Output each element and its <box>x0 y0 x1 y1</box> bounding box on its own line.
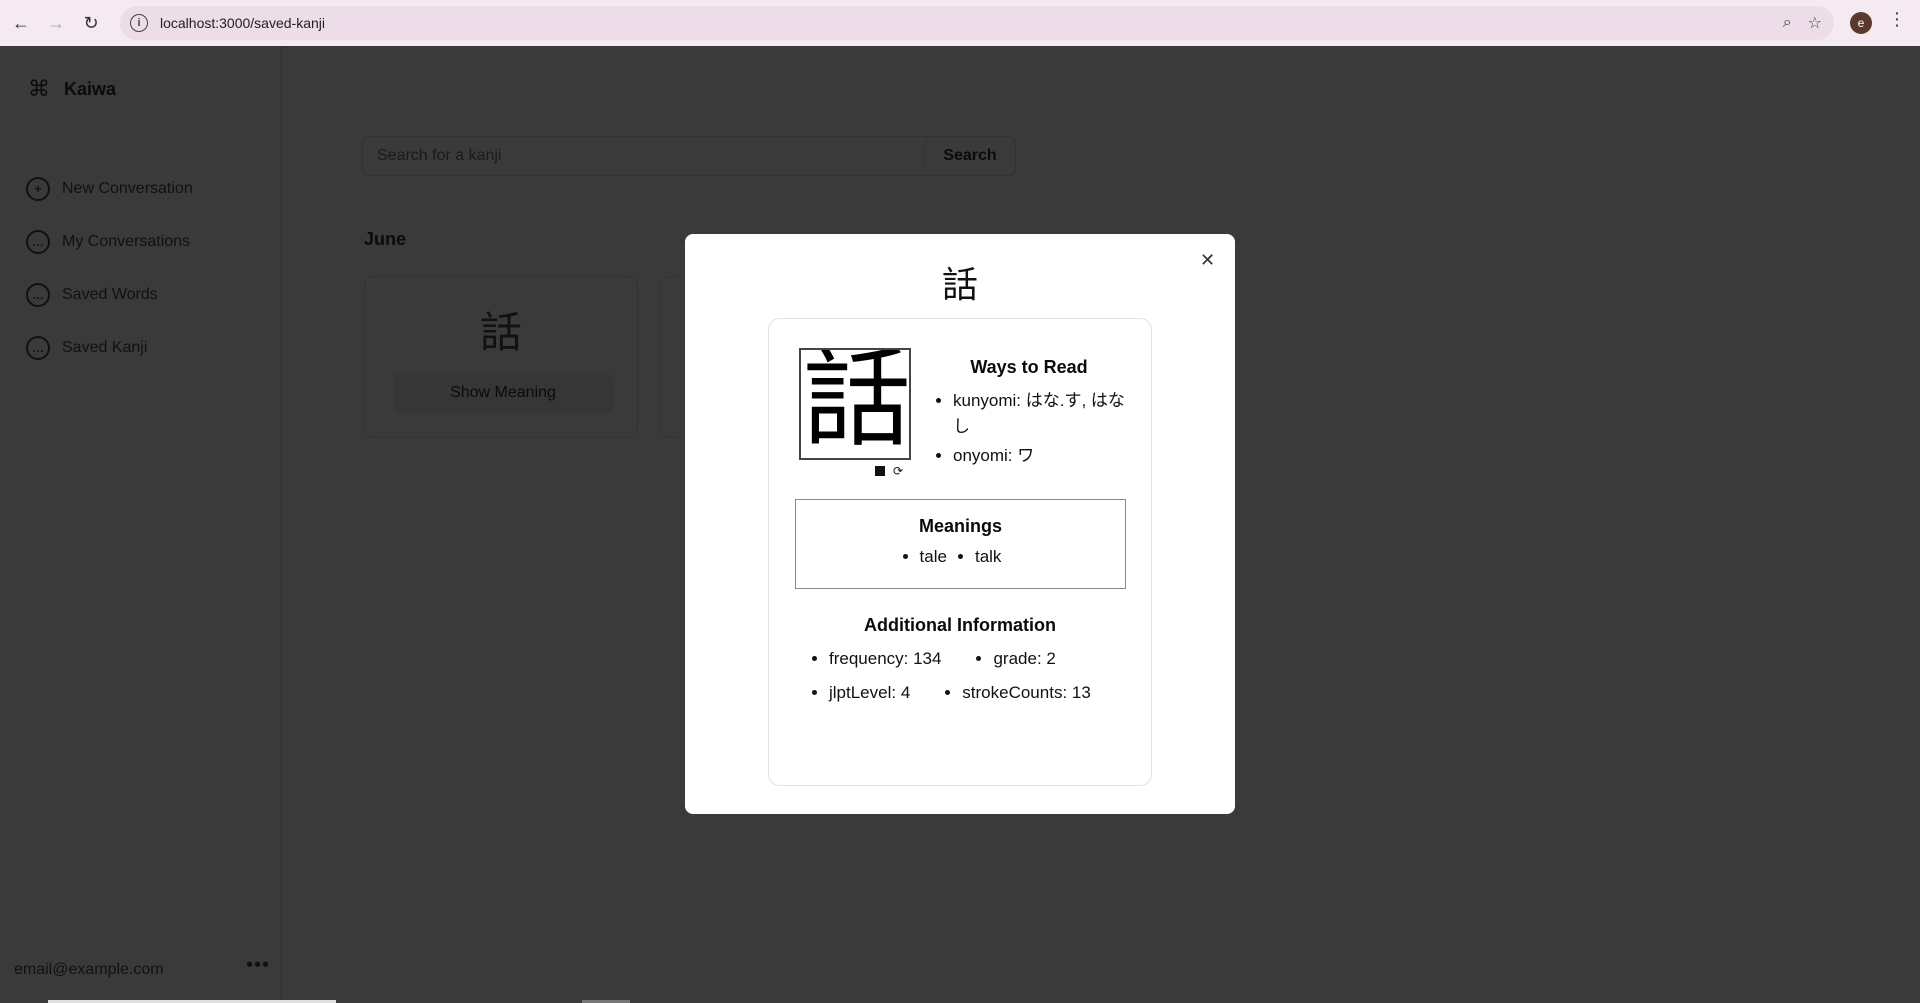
readings-section: Ways to Read kunyomi: はな.す, はなし onyomi: … <box>929 357 1129 473</box>
additional-info-section: Additional Information frequency: 134 gr… <box>769 615 1151 702</box>
plus-circle-icon: + <box>26 176 50 201</box>
chat-bubble-icon: … <box>26 229 50 254</box>
grade-value: grade: 2 <box>993 649 1055 669</box>
search-button[interactable]: Search <box>924 136 1016 176</box>
meanings-title: Meanings <box>918 516 1002 536</box>
meanings-section: Meanings tale talk <box>795 499 1126 589</box>
bookmark-star-icon[interactable]: ☆ <box>1808 13 1822 33</box>
sidebar-item-saved-kanji[interactable]: … Saved Kanji <box>26 321 193 374</box>
site-info-icon[interactable]: i <box>130 14 148 32</box>
sidebar-item-label: Saved Words <box>62 285 158 303</box>
address-bar[interactable]: i localhost:3000/saved-kanji ⌕ ☆ <box>120 6 1834 40</box>
zoom-icon[interactable]: ⌕ <box>1783 14 1792 32</box>
sidebar-item-label: My Conversations <box>62 232 191 250</box>
brand[interactable]: ⌘ Kaiwa <box>28 76 116 102</box>
more-options-icon[interactable]: ••• <box>246 954 270 977</box>
chat-bubble-icon: … <box>26 335 50 360</box>
stroke-order-animation: 話 <box>799 348 911 460</box>
frequency-value: frequency: 134 <box>829 649 941 669</box>
stop-icon[interactable] <box>875 466 885 476</box>
kanji-detail-card: 話 ⟳ Ways to Read kunyomi: はな.す, はなし onyo… <box>768 318 1152 786</box>
onyomi-reading: onyomi: ワ <box>953 443 1129 469</box>
sidebar-item-my-conversations[interactable]: … My Conversations <box>26 215 193 268</box>
jlpt-value: jlptLevel: 4 <box>829 683 910 703</box>
reload-icon[interactable]: ↻ <box>77 9 105 37</box>
readings-title: Ways to Read <box>970 357 1088 377</box>
browser-menu-icon[interactable]: ⋮ <box>1888 10 1906 28</box>
profile-avatar[interactable]: e <box>1850 12 1872 34</box>
kanji-card: 話 Show Meaning <box>364 276 638 438</box>
additional-info-title: Additional Information <box>864 615 1056 635</box>
kanji-card-character: 話 <box>479 309 522 356</box>
replay-icon[interactable]: ⟳ <box>893 464 903 478</box>
stroke-count-value: strokeCounts: 13 <box>962 683 1091 703</box>
brand-name: Kaiwa <box>64 78 117 99</box>
stroke-controls: ⟳ <box>875 464 903 478</box>
meaning-item: talk <box>975 547 1001 567</box>
stroke-kanji: 話 <box>803 348 911 459</box>
chat-bubble-icon: … <box>26 282 50 307</box>
url-text[interactable]: localhost:3000/saved-kanji <box>160 15 325 31</box>
browser-toolbar: ← → ↻ i localhost:3000/saved-kanji ⌕ ☆ e… <box>0 0 1920 46</box>
forward-icon[interactable]: → <box>42 9 70 37</box>
kanji-search-input[interactable] <box>362 136 994 176</box>
sidebar-item-saved-words[interactable]: … Saved Words <box>26 268 193 321</box>
sidebar: ⌘ Kaiwa + New Conversation … My Conversa… <box>0 46 282 1003</box>
close-icon[interactable]: ✕ <box>1200 250 1215 271</box>
meaning-item: tale <box>920 547 947 567</box>
kunyomi-reading: kunyomi: はな.す, はなし <box>953 388 1129 439</box>
modal-kanji: 話 <box>941 264 978 305</box>
sidebar-nav: + New Conversation … My Conversations … … <box>26 162 193 374</box>
command-icon: ⌘ <box>28 76 50 101</box>
back-icon[interactable]: ← <box>7 9 35 37</box>
sidebar-item-label: Saved Kanji <box>62 338 148 356</box>
kanji-detail-modal: 話 ✕ 話 ⟳ Ways to Read kunyomi: はな.す, はなし … <box>685 234 1235 814</box>
show-meaning-button[interactable]: Show Meaning <box>393 373 613 413</box>
user-email: email@example.com <box>14 961 164 978</box>
sidebar-item-label: New Conversation <box>62 179 193 197</box>
month-heading: June <box>364 229 407 249</box>
sidebar-item-new-conversation[interactable]: + New Conversation <box>26 162 193 215</box>
